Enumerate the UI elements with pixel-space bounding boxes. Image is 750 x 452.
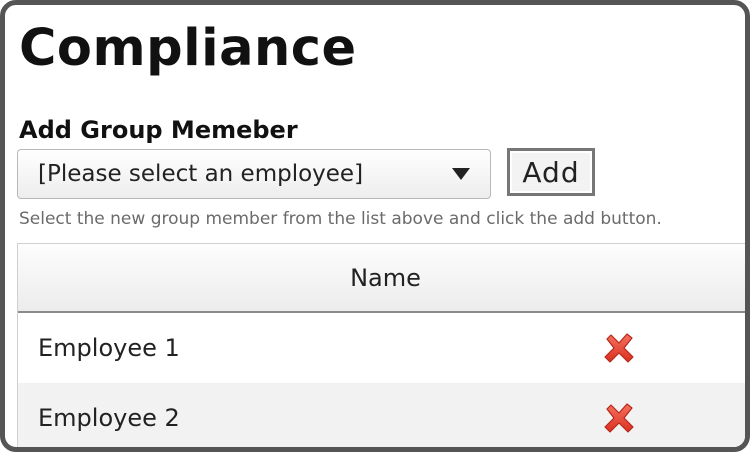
employee-name: Employee 1 [38,334,180,362]
add-group-member-label: Add Group Memeber [19,116,298,144]
table-row: Employee 1 [18,313,745,383]
column-header-name[interactable]: Name [350,264,421,292]
page-title: Compliance [19,19,357,78]
table-row: Employee 2 [18,383,745,447]
helper-text: Select the new group member from the lis… [19,209,662,229]
employee-name: Employee 2 [38,404,180,432]
page-frame: Compliance Add Group Memeber [Please sel… [0,0,750,452]
members-table: Name Employee 1 Employee 2 [17,243,745,447]
caret-down-icon [452,168,470,180]
table-header: Name [18,244,745,313]
remove-x-icon[interactable] [601,330,637,366]
remove-x-icon[interactable] [601,400,637,436]
employee-select-value: [Please select an employee] [38,161,364,187]
add-button[interactable]: Add [507,148,595,196]
employee-select[interactable]: [Please select an employee] [17,149,491,199]
